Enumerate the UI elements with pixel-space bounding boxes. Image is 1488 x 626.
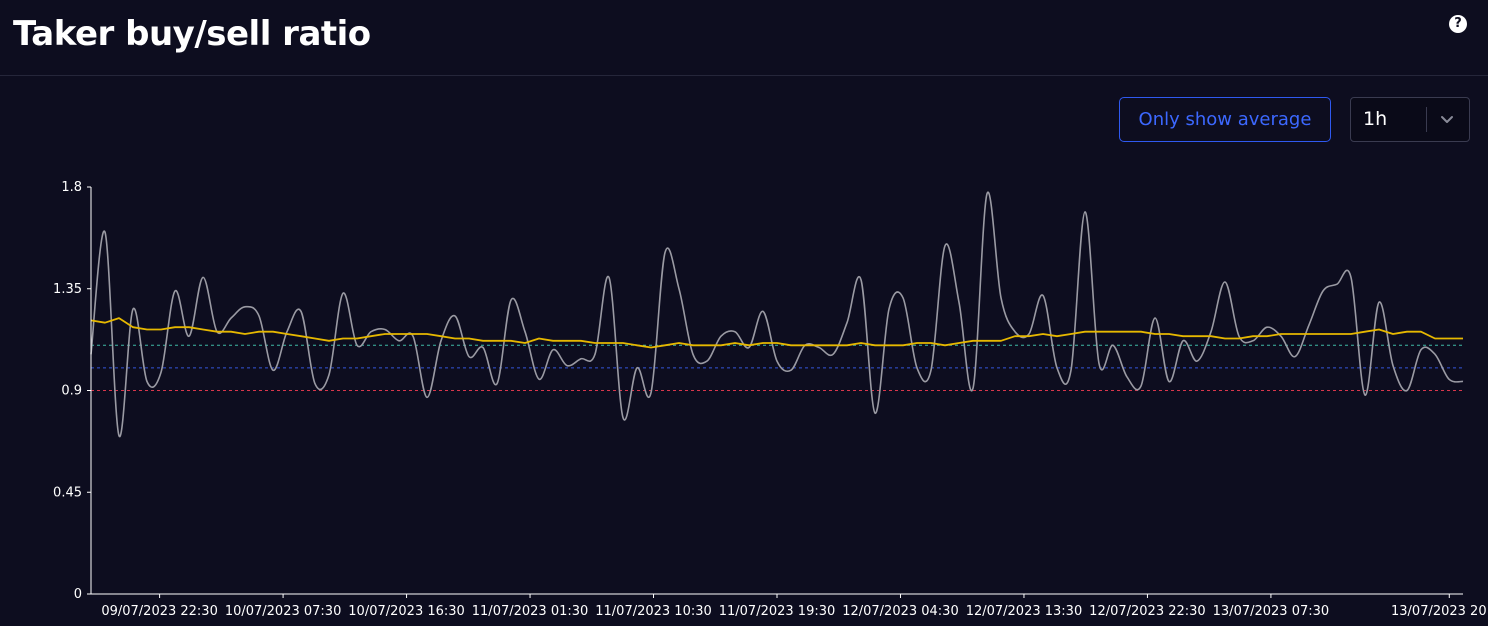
reference-lines [91,344,1463,391]
series-lines [90,191,1464,438]
x-tick-label: 11/07/2023 19:30 [719,604,836,619]
x-tick-label: 12/07/2023 22:30 [1089,604,1206,619]
x-tick-label: 11/07/2023 10:30 [595,604,712,619]
x-tick-label: 12/07/2023 04:30 [842,604,959,619]
y-tick-label: 1.35 [53,282,82,297]
y-axis-labels: 0 0.45 0.9 1.35 1.8 [53,180,82,602]
x-tick-label: 12/07/2023 13:30 [966,604,1083,619]
y-tick-label: 0 [74,587,82,602]
y-tick-label: 0.45 [53,485,82,500]
chart-axes [87,186,1463,598]
y-tick-label: 1.8 [61,180,82,195]
x-tick-label: 13/07/2023 07:30 [1213,604,1330,619]
ratio-chart: 0 0.45 0.9 1.35 1.8 09/07/2023 22:30 10/07/20… [53,180,1488,619]
average-series-line [90,317,1463,349]
ratio-series-line [90,191,1464,438]
x-tick-label: 11/07/2023 01:30 [472,604,589,619]
x-tick-label: 13/07/2023 20:30 [1391,604,1488,619]
y-tick-label: 0.9 [61,384,82,399]
x-tick-label: 09/07/2023 22:30 [101,604,218,619]
x-tick-label: 10/07/2023 07:30 [225,604,342,619]
x-axis-labels: 09/07/2023 22:30 10/07/2023 07:30 10/07/20… [101,604,1488,619]
x-tick-label: 10/07/2023 16:30 [348,604,465,619]
